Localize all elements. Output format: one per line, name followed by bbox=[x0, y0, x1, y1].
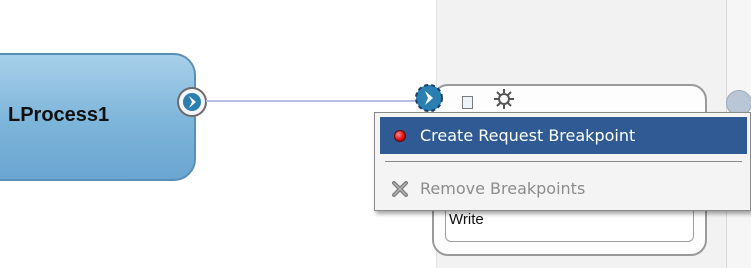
wire-connection[interactable] bbox=[206, 100, 424, 102]
menu-separator bbox=[385, 161, 742, 162]
document-icon bbox=[462, 96, 473, 109]
context-menu: Create Request Breakpoint Remove Breakpo… bbox=[374, 112, 751, 211]
bpel-composite-canvas: LProcess1 Write Create Request Breakpoin… bbox=[0, 0, 751, 268]
menu-item-create-request-breakpoint[interactable]: Create Request Breakpoint bbox=[380, 117, 747, 154]
menu-item-label: Create Request Breakpoint bbox=[420, 126, 636, 145]
red-dot-icon bbox=[388, 124, 412, 148]
service-port-icon[interactable] bbox=[414, 83, 444, 113]
reference-port-icon[interactable] bbox=[177, 87, 207, 117]
process-label: LProcess1 bbox=[8, 104, 110, 126]
gear-icon[interactable] bbox=[493, 88, 515, 110]
activity-label: Write bbox=[449, 211, 484, 228]
menu-item-remove-breakpoints[interactable]: Remove Breakpoints bbox=[380, 170, 747, 207]
remove-x-icon bbox=[388, 177, 412, 201]
menu-item-label: Remove Breakpoints bbox=[420, 179, 586, 198]
